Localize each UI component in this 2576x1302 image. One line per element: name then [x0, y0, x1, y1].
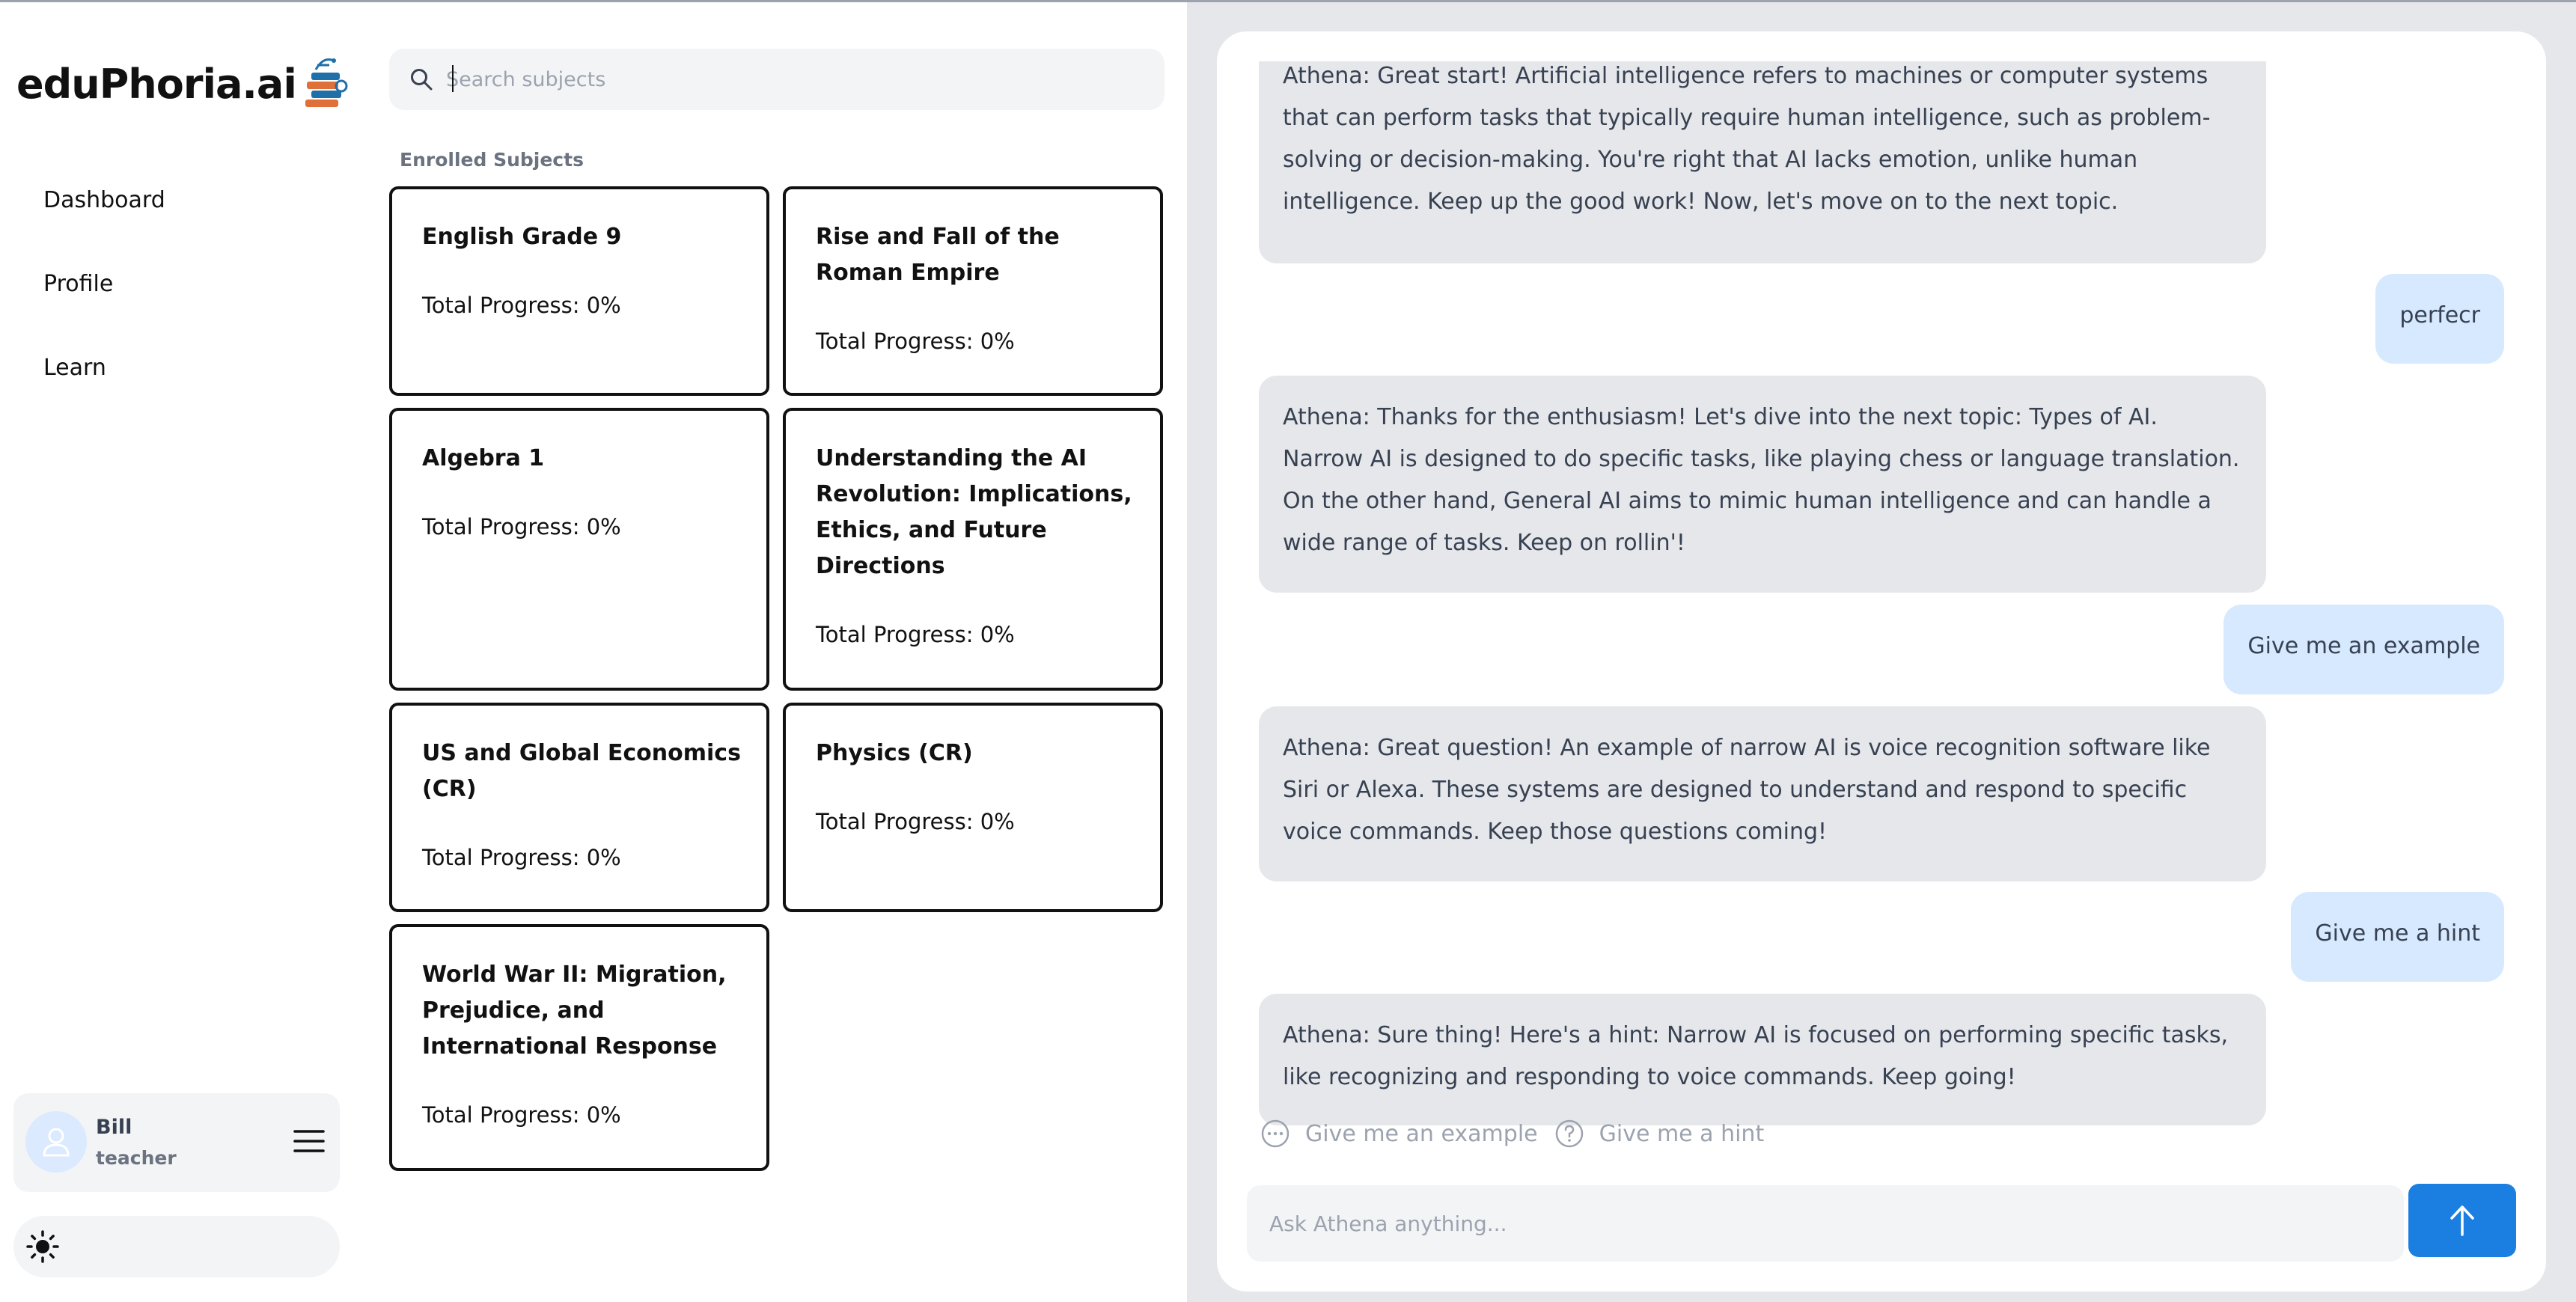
subject-card-english[interactable]: English Grade 9 Total Progress: 0%	[389, 186, 769, 396]
subject-card-title: Physics (CR)	[816, 740, 973, 766]
chat-panel: Athena: Great start! Artificial intellig…	[1217, 31, 2546, 1292]
hamburger-menu-icon[interactable]	[293, 1128, 325, 1155]
bot-message: Athena: Sure thing! Here's a hint: Narro…	[1259, 994, 2266, 1125]
subject-card-physics[interactable]: Physics (CR) Total Progress: 0%	[783, 703, 1163, 912]
sun-icon	[26, 1230, 59, 1263]
subject-card-title: US and Global Economics (CR)	[422, 740, 741, 802]
main-nav: Dashboard Profile Learn	[43, 180, 165, 432]
bot-message: Athena: Great question! An example of na…	[1259, 706, 2266, 881]
suggestion-give-hint[interactable]: Give me a hint	[1554, 1119, 1765, 1149]
suggestion-label: Give me a hint	[1599, 1120, 1765, 1147]
nav-item-learn[interactable]: Learn	[43, 348, 165, 432]
search-icon	[411, 69, 433, 91]
subject-card-progress: Total Progress: 0%	[422, 514, 621, 540]
subject-card-title: Algebra 1	[422, 445, 545, 471]
search-input[interactable]	[446, 59, 1142, 100]
subject-card-title: Understanding the AI Revolution: Implica…	[816, 445, 1132, 579]
suggestion-label: Give me an example	[1305, 1120, 1538, 1147]
subject-card-progress: Total Progress: 0%	[816, 809, 1015, 834]
subjects-panel: Enrolled Subjects English Grade 9 Total …	[352, 2, 1187, 1302]
user-card: Bill teacher	[13, 1093, 340, 1192]
question-circle-icon	[1555, 1119, 1583, 1148]
theme-toggle[interactable]	[13, 1216, 340, 1277]
message-list[interactable]: Athena: Great start! Artificial intellig…	[1217, 61, 2546, 1125]
subject-card-progress: Total Progress: 0%	[422, 1102, 621, 1128]
user-icon	[43, 1128, 70, 1157]
bot-message: Athena: Thanks for the enthusiasm! Let's…	[1259, 376, 2266, 593]
user-message: Give me an example	[2224, 605, 2504, 694]
subject-card-progress: Total Progress: 0%	[422, 293, 621, 318]
suggestion-chips: Give me an example Give me a hint	[1260, 1115, 1780, 1152]
ellipsis-circle-icon	[1261, 1119, 1289, 1148]
chat-input-bar	[1247, 1185, 2404, 1262]
books-stack-icon	[305, 58, 348, 107]
subject-card-roman-empire[interactable]: Rise and Fall of the Roman Empire Total …	[783, 186, 1163, 396]
arrow-up-icon	[2450, 1205, 2474, 1236]
user-role: teacher	[96, 1147, 177, 1169]
logo-text: eduPhoria.ai	[16, 60, 297, 108]
user-message: Give me a hint	[2291, 892, 2504, 982]
avatar[interactable]	[25, 1111, 87, 1173]
app-logo[interactable]: eduPhoria.ai	[16, 50, 349, 117]
subject-card-algebra[interactable]: Algebra 1 Total Progress: 0%	[389, 408, 769, 691]
subject-card-progress: Total Progress: 0%	[816, 328, 1015, 354]
search-bar	[389, 49, 1165, 110]
sidebar: eduPhoria.ai Dashboard Profile Learn Bil…	[0, 2, 352, 1302]
subject-card-economics[interactable]: US and Global Economics (CR) Total Progr…	[389, 703, 769, 912]
enrolled-subjects-heading: Enrolled Subjects	[400, 149, 584, 171]
subject-card-title: English Grade 9	[422, 224, 622, 250]
subject-card-title: Rise and Fall of the Roman Empire	[816, 224, 1060, 286]
subject-card-title: World War II: Migration, Prejudice, and …	[422, 962, 727, 1060]
suggestion-give-example[interactable]: Give me an example	[1260, 1119, 1538, 1149]
subject-card-ww2[interactable]: World War II: Migration, Prejudice, and …	[389, 924, 769, 1171]
user-name: Bill	[96, 1116, 132, 1139]
user-message: perfecr	[2375, 274, 2504, 364]
search-caret	[452, 65, 454, 92]
subject-card-progress: Total Progress: 0%	[816, 622, 1015, 647]
bot-message: Athena: Great start! Artificial intellig…	[1259, 61, 2266, 263]
nav-item-dashboard[interactable]: Dashboard	[43, 180, 165, 264]
subject-card-ai-revolution[interactable]: Understanding the AI Revolution: Implica…	[783, 408, 1163, 691]
send-button[interactable]	[2408, 1184, 2516, 1257]
nav-item-profile[interactable]: Profile	[43, 264, 165, 348]
subject-card-progress: Total Progress: 0%	[422, 845, 621, 870]
chat-input[interactable]	[1269, 1202, 2377, 1245]
